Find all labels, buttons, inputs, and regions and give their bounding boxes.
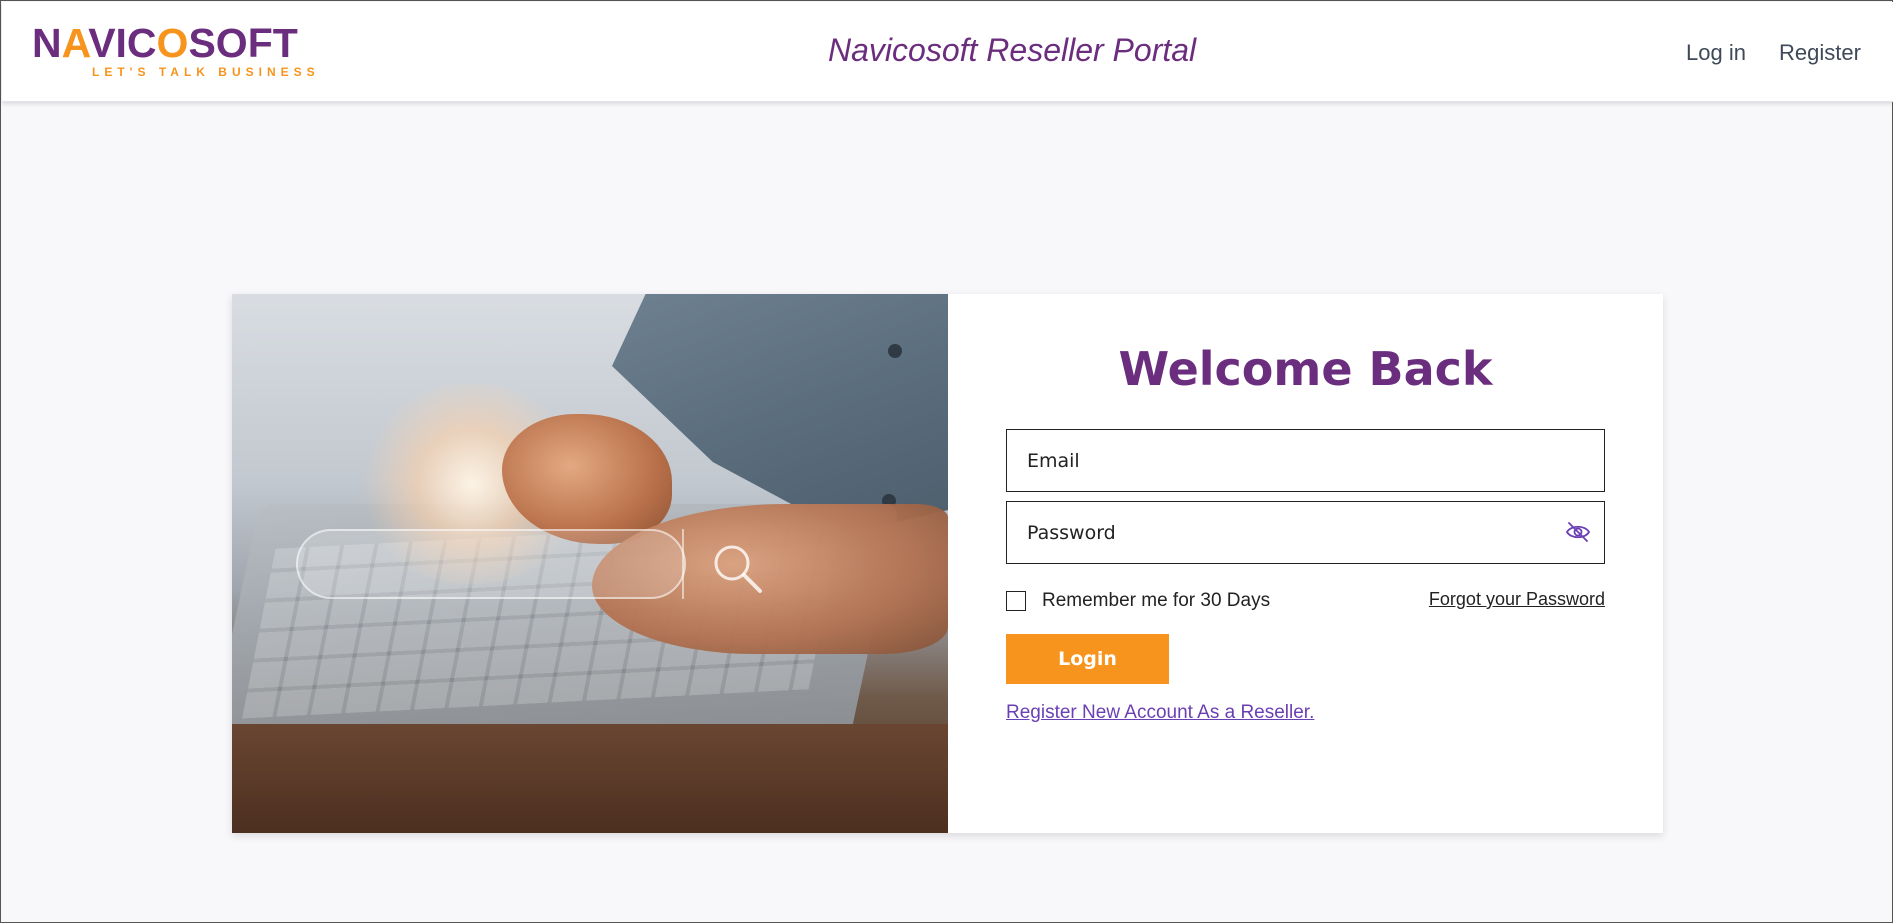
remember-me-checkbox[interactable] bbox=[1006, 591, 1026, 611]
search-icon bbox=[714, 545, 762, 593]
portal-title: Navicosoft Reseller Portal bbox=[828, 32, 1197, 68]
login-form: Welcome Back Remember me for 30 Days For… bbox=[948, 294, 1663, 833]
hero-image bbox=[232, 294, 948, 833]
nav-register-link[interactable]: Register bbox=[1779, 40, 1861, 66]
remember-me-label: Remember me for 30 Days bbox=[1042, 590, 1271, 611]
login-button[interactable]: Login bbox=[1006, 634, 1169, 684]
forgot-password-link[interactable]: Forgot your Password bbox=[1429, 589, 1605, 610]
login-card: Welcome Back Remember me for 30 Days For… bbox=[232, 294, 1663, 833]
navicosoft-logo[interactable]: NAVICOSOFT LET'S TALK BUSINESS bbox=[32, 22, 402, 82]
nav-login-link[interactable]: Log in bbox=[1686, 40, 1746, 66]
page: NAVICOSOFT LET'S TALK BUSINESS Navicosof… bbox=[0, 0, 1893, 923]
hero-shirt-button bbox=[888, 344, 902, 358]
register-reseller-link[interactable]: Register New Account As a Reseller. bbox=[1006, 702, 1314, 724]
logo-wordmark: NAVICOSOFT bbox=[32, 20, 298, 66]
logo-tagline: LET'S TALK BUSINESS bbox=[92, 65, 320, 79]
eye-off-icon[interactable] bbox=[1565, 520, 1591, 544]
password-field[interactable] bbox=[1006, 501, 1605, 564]
top-header: NAVICOSOFT LET'S TALK BUSINESS Navicosof… bbox=[2, 2, 1893, 102]
hero-search-bar bbox=[296, 529, 686, 599]
email-field[interactable] bbox=[1006, 429, 1605, 492]
hero-desk bbox=[232, 724, 948, 833]
remember-me: Remember me for 30 Days bbox=[1006, 590, 1270, 612]
hero-search-divider bbox=[682, 529, 684, 599]
welcome-heading: Welcome Back bbox=[1118, 342, 1493, 396]
